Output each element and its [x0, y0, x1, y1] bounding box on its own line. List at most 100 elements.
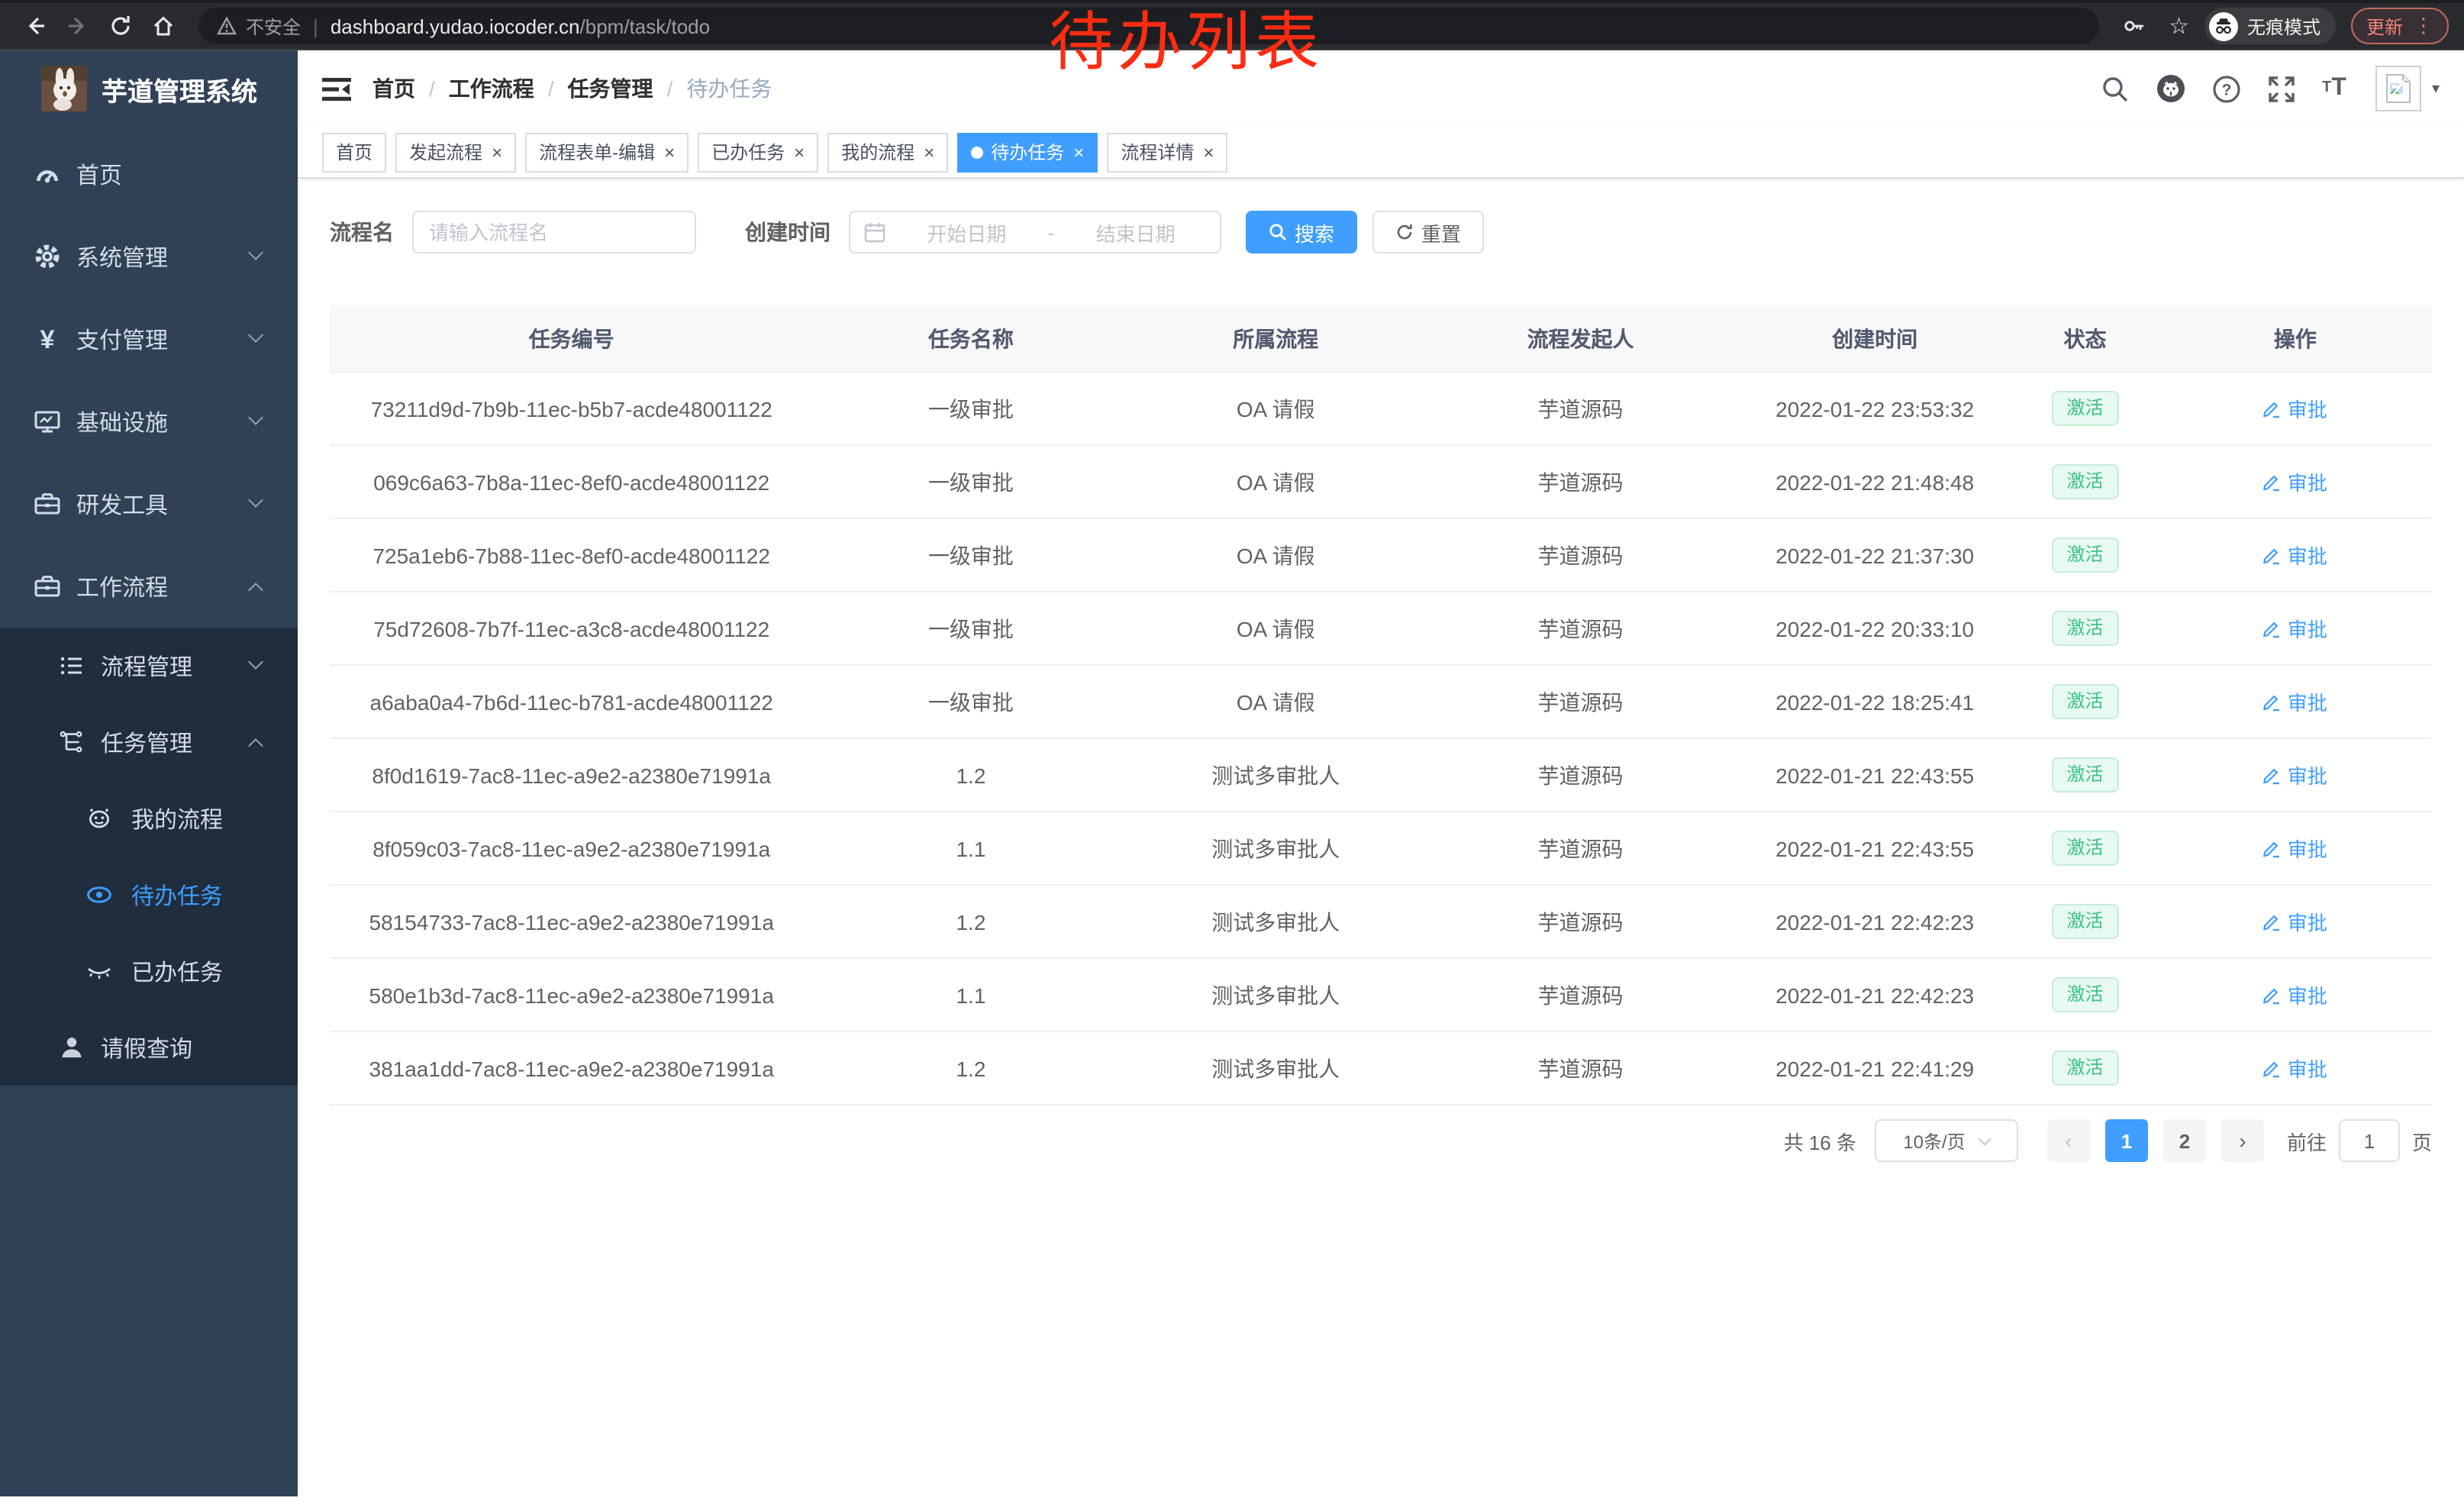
sidebar-item-devtools[interactable]: 研发工具: [0, 463, 298, 545]
close-icon[interactable]: ×: [492, 141, 502, 163]
approve-button[interactable]: 审批: [2263, 394, 2327, 423]
sidebar-item-payment[interactable]: ¥ 支付管理: [0, 298, 298, 380]
tree-icon: [58, 728, 85, 756]
user-menu[interactable]: ▾: [2375, 66, 2440, 111]
tab-home[interactable]: 首页: [322, 132, 386, 172]
sidebar-item-workflow[interactable]: 工作流程: [0, 545, 298, 628]
tab-my-process[interactable]: 我的流程×: [827, 132, 948, 172]
sidebar-item-process-mgmt[interactable]: 流程管理: [0, 628, 298, 704]
page-size-select[interactable]: 10条/页: [1875, 1119, 2018, 1162]
close-icon[interactable]: ×: [1073, 141, 1084, 163]
task-process: OA 请假: [1129, 466, 1424, 497]
help-icon[interactable]: ?: [2212, 74, 2241, 103]
security-indicator[interactable]: 不安全: [217, 13, 301, 39]
tab-form-edit[interactable]: 流程表单-编辑×: [525, 132, 689, 172]
page-button-1[interactable]: 1: [2105, 1119, 2148, 1162]
sidebar-item-task-mgmt[interactable]: 任务管理: [0, 704, 298, 780]
close-icon[interactable]: ×: [664, 141, 675, 163]
incognito-icon: [2209, 11, 2238, 40]
browser-home-button[interactable]: [144, 6, 183, 46]
close-icon[interactable]: ×: [794, 141, 805, 163]
browser-forward-button[interactable]: [58, 6, 98, 46]
approve-button[interactable]: 审批: [2263, 541, 2327, 570]
approve-button[interactable]: 审批: [2263, 1054, 2327, 1083]
end-date-placeholder: 结束日期: [1065, 218, 1206, 247]
key-icon[interactable]: [2114, 6, 2153, 46]
task-starter: 芋道源码: [1423, 1053, 1738, 1083]
tab-process-detail[interactable]: 流程详情×: [1107, 132, 1227, 172]
calendar-icon: [864, 221, 885, 243]
status-cell: 激活: [2011, 537, 2159, 573]
sidebar-item-infra[interactable]: 基础设施: [0, 380, 298, 463]
breadcrumb-separator: /: [429, 76, 435, 101]
sidebar-item-done-tasks[interactable]: 已办任务: [0, 933, 298, 1009]
breadcrumb-item[interactable]: 首页: [373, 73, 415, 104]
task-starter: 芋道源码: [1423, 906, 1738, 937]
task-id: 75d72608-7b7f-11ec-a3c8-acde48001122: [330, 616, 813, 641]
prev-page-button[interactable]: ‹: [2047, 1119, 2090, 1162]
browser-actions: ☆ 无痕模式 更新 ⋮: [2114, 6, 2449, 46]
tab-todo-tasks[interactable]: 待办任务×: [957, 132, 1098, 172]
task-id: 580e1b3d-7ac8-11ec-a9e2-a2380e71991a: [330, 983, 813, 1007]
screen: 不安全 | dashboard.yudao.iocoder.cn/bpm/tas…: [0, 0, 2464, 1501]
search-button[interactable]: 搜索: [1246, 211, 1357, 253]
close-icon[interactable]: ×: [1203, 141, 1214, 163]
navbar-actions: ? TT ▾: [2101, 66, 2440, 111]
page-button-2[interactable]: 2: [2163, 1119, 2206, 1162]
next-page-button[interactable]: ›: [2221, 1119, 2264, 1162]
tab-start-process[interactable]: 发起流程×: [395, 132, 516, 172]
approve-button[interactable]: 审批: [2263, 907, 2327, 936]
sidebar-item-system[interactable]: 系统管理: [0, 215, 298, 298]
task-starter: 芋道源码: [1423, 760, 1738, 790]
approve-button[interactable]: 审批: [2263, 687, 2327, 716]
close-icon[interactable]: ×: [924, 141, 934, 163]
bookmark-star-icon[interactable]: ☆: [2169, 12, 2189, 40]
search-icon[interactable]: [2101, 74, 2130, 103]
task-starter: 芋道源码: [1423, 980, 1738, 1010]
sidebar-item-leave-query[interactable]: 请假查询: [0, 1009, 298, 1086]
task-starter: 芋道源码: [1423, 540, 1738, 570]
pagination-total: 共 16 条: [1784, 1126, 1856, 1155]
app-logo-row[interactable]: 芋道管理系统: [0, 50, 298, 127]
font-size-icon[interactable]: TT: [2322, 76, 2346, 101]
sidebar-item-home[interactable]: 首页: [0, 133, 298, 215]
approve-button[interactable]: 审批: [2263, 834, 2327, 863]
process-name-input[interactable]: [412, 211, 696, 253]
task-name: 一级审批: [813, 393, 1128, 424]
approve-button[interactable]: 审批: [2263, 614, 2327, 643]
approve-button[interactable]: 审批: [2263, 760, 2327, 789]
chevron-down-icon: [248, 492, 263, 508]
status-cell: 激活: [2011, 757, 2159, 792]
avatar: [2375, 66, 2421, 111]
approve-button[interactable]: 审批: [2263, 467, 2327, 496]
browser-back-button[interactable]: [15, 6, 55, 46]
browser-menu-icon[interactable]: ⋮: [2414, 14, 2433, 38]
fullscreen-icon[interactable]: [2267, 74, 2296, 103]
breadcrumb-item[interactable]: 任务管理: [568, 73, 653, 104]
task-starter: 芋道源码: [1423, 613, 1738, 644]
action-cell: 审批: [2159, 760, 2432, 789]
column-header: 状态: [2011, 323, 2159, 353]
sidebar-item-label: 已办任务: [131, 955, 223, 987]
browser-update-button[interactable]: 更新 ⋮: [2351, 8, 2449, 44]
tab-done-tasks[interactable]: 已办任务×: [698, 132, 818, 172]
reset-button[interactable]: 重置: [1372, 211, 1484, 253]
briefcase-icon: [34, 573, 61, 600]
dashboard-icon: [34, 160, 61, 188]
goto-page-input[interactable]: [2339, 1119, 2400, 1162]
start-date-placeholder: 开始日期: [896, 218, 1037, 247]
address-bar[interactable]: 不安全 | dashboard.yudao.iocoder.cn/bpm/tas…: [198, 8, 2098, 44]
breadcrumb-item[interactable]: 工作流程: [449, 73, 534, 104]
pagination-goto: 前往 页: [2287, 1119, 2432, 1162]
status-badge: 激活: [2051, 903, 2118, 939]
approve-button[interactable]: 审批: [2263, 980, 2327, 1009]
status-cell: 激活: [2011, 610, 2159, 646]
sidebar-collapse-icon[interactable]: [322, 76, 351, 102]
tags-view-bar: 首页 发起流程× 流程表单-编辑× 已办任务× 我的流程× 待办任务× 流程详情…: [298, 127, 2464, 179]
browser-reload-button[interactable]: [101, 6, 140, 46]
task-process: 测试多审批人: [1129, 1053, 1424, 1083]
sidebar-item-my-process[interactable]: 我的流程: [0, 780, 298, 857]
sidebar-item-todo-tasks[interactable]: 待办任务: [0, 857, 298, 933]
github-icon[interactable]: [2156, 73, 2186, 104]
date-range-picker[interactable]: 开始日期 - 结束日期: [849, 211, 1221, 253]
